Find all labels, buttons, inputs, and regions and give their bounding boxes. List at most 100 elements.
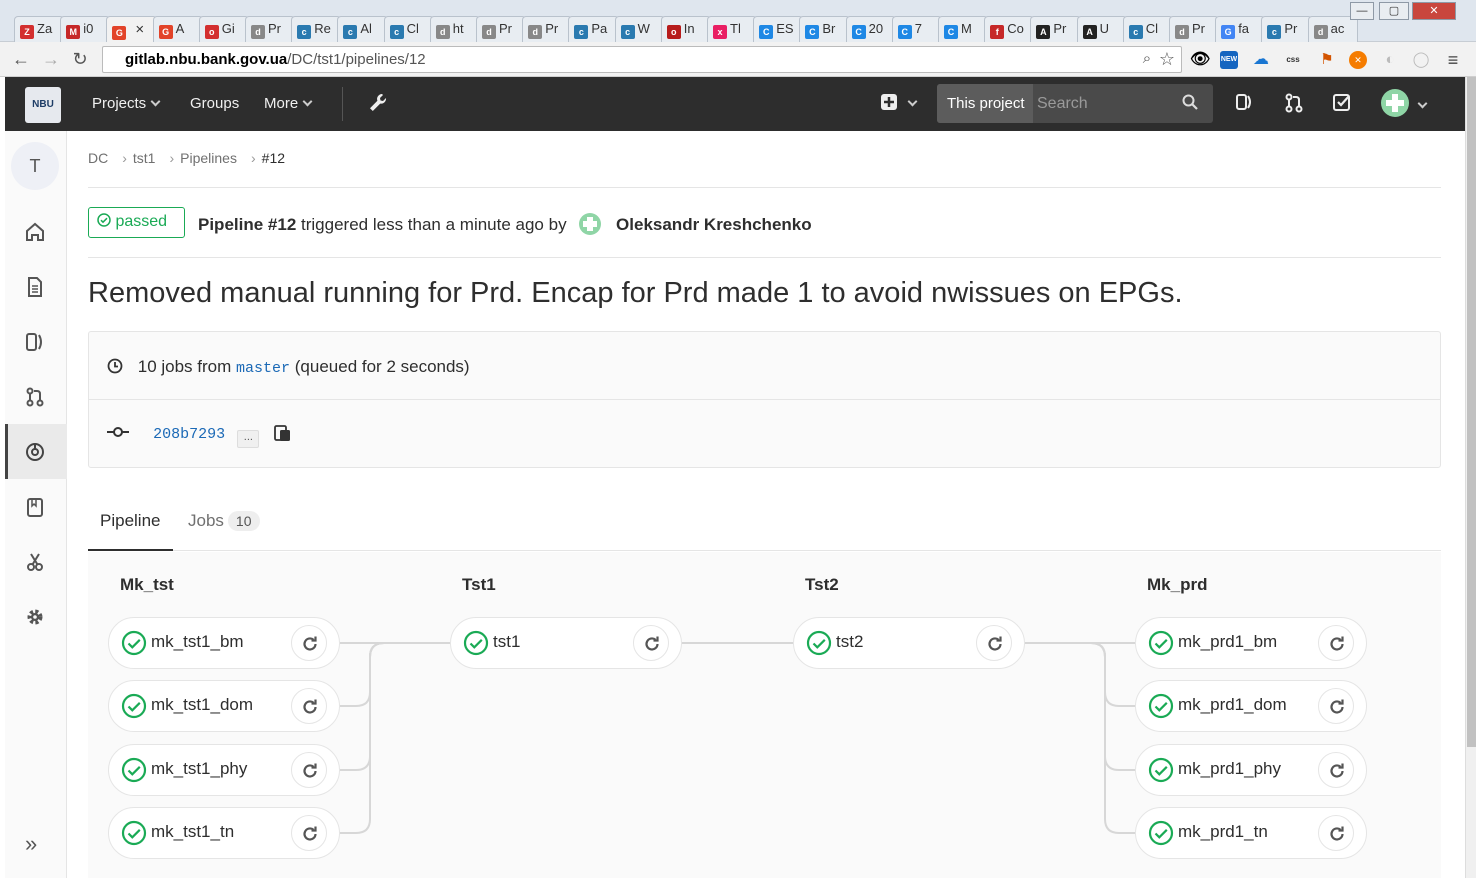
sidebar-item-repository[interactable]	[5, 259, 67, 314]
copy-clipboard-icon[interactable]	[273, 424, 292, 442]
browser-tab[interactable]: C Br	[799, 16, 850, 42]
browser-tab[interactable]: Z Za	[14, 16, 65, 42]
project-avatar[interactable]: T	[11, 142, 59, 190]
browser-tab[interactable]: GA	[152, 16, 203, 42]
pipeline-job[interactable]: mk_prd1_tn	[1135, 807, 1367, 859]
browser-tab[interactable]: A Pr	[1030, 16, 1081, 42]
browser-tab[interactable]: CM	[938, 16, 989, 42]
browser-tab[interactable]: c Cl	[383, 16, 434, 42]
browser-tab[interactable]: c Re	[291, 16, 342, 42]
browser-tab[interactable]: C ES	[753, 16, 804, 42]
tab-pipeline[interactable]: Pipeline	[88, 511, 173, 551]
pipeline-job[interactable]: mk_tst1_dom	[108, 680, 340, 732]
browser-tab[interactable]: x Tl	[707, 16, 758, 42]
site-logo[interactable]: NBU	[25, 87, 61, 123]
page-scrollbar[interactable]	[1465, 77, 1476, 878]
extension-cloud-icon[interactable]: ☁	[1252, 51, 1270, 69]
retry-job-button[interactable]	[633, 625, 669, 661]
sidebar-item-project[interactable]	[5, 204, 67, 259]
browser-tab[interactable]: c Cl	[1122, 16, 1173, 42]
tab-jobs[interactable]: Jobs 10	[188, 511, 260, 551]
branch-link[interactable]: master	[236, 360, 290, 377]
reload-icon[interactable]: ↻	[69, 48, 91, 70]
pipeline-job[interactable]: mk_prd1_bm	[1135, 617, 1367, 669]
browser-menu-icon[interactable]: ≡	[1444, 51, 1462, 69]
browser-tab[interactable]: c Pa	[568, 16, 619, 42]
extension-orange-icon[interactable]: ✕	[1349, 51, 1367, 69]
nav-more[interactable]: More	[264, 95, 313, 112]
merge-requests-icon[interactable]	[1285, 93, 1303, 118]
browser-tab[interactable]: G ×	[106, 16, 157, 43]
zoom-icon[interactable]: ⌕	[1136, 48, 1158, 70]
scrollbar-thumb[interactable]	[1467, 77, 1476, 747]
extension-eye-icon[interactable]: 👁	[1190, 51, 1210, 69]
close-window-button[interactable]: ✕	[1412, 2, 1456, 20]
retry-job-button[interactable]	[1318, 625, 1354, 661]
minimize-window-button[interactable]: —	[1350, 2, 1374, 20]
address-bar[interactable]: gitlab.nbu.bank.gov.ua/DC/tst1/pipelines…	[102, 46, 1182, 73]
browser-tab[interactable]: d ht	[429, 16, 480, 42]
browser-tab[interactable]: o In	[660, 16, 711, 42]
search-icon[interactable]	[1182, 94, 1198, 115]
close-tab-icon[interactable]: ×	[135, 21, 144, 38]
browser-tab[interactable]: c Pr	[1261, 16, 1312, 42]
nav-projects[interactable]: Projects	[92, 95, 161, 112]
nav-groups[interactable]: Groups	[190, 95, 239, 112]
browser-tab[interactable]: Mi0	[60, 16, 111, 42]
breadcrumb-group[interactable]: DC	[88, 150, 108, 166]
extension-circle-icon[interactable]: ◯	[1412, 51, 1430, 69]
retry-job-button[interactable]	[291, 688, 327, 724]
browser-tab[interactable]: AU	[1076, 16, 1127, 42]
retry-job-button[interactable]	[1318, 815, 1354, 851]
user-avatar[interactable]	[579, 213, 602, 235]
breadcrumb-project[interactable]: tst1	[133, 150, 156, 166]
browser-tab[interactable]: c Al	[337, 16, 388, 42]
browser-tab[interactable]: C 20	[845, 16, 896, 42]
pipeline-job[interactable]: mk_tst1_bm	[108, 617, 340, 669]
maximize-window-button[interactable]: ▢	[1379, 2, 1409, 20]
search-input[interactable]	[1037, 84, 1177, 123]
sidebar-item-settings[interactable]	[5, 589, 67, 644]
forward-icon[interactable]: →	[40, 48, 62, 70]
browser-tab[interactable]: o Gi	[198, 16, 249, 42]
collapse-sidebar-icon[interactable]: »	[25, 831, 37, 857]
back-icon[interactable]: ←	[10, 48, 32, 70]
breadcrumb-pipelines[interactable]: Pipelines	[180, 150, 237, 166]
extension-css-icon[interactable]: css	[1284, 51, 1302, 69]
sidebar-item-ci-cd[interactable]	[5, 424, 67, 479]
retry-job-button[interactable]	[1318, 752, 1354, 788]
status-badge[interactable]: passed	[88, 207, 185, 238]
pipeline-job[interactable]: mk_tst1_tn	[108, 807, 340, 859]
browser-tab[interactable]: C7	[891, 16, 942, 42]
sidebar-item-snippets[interactable]	[5, 534, 67, 589]
pipeline-job[interactable]: tst2	[793, 617, 1025, 669]
retry-job-button[interactable]	[291, 625, 327, 661]
todos-icon[interactable]	[1333, 93, 1351, 116]
search-scope-this-project[interactable]: This project	[937, 84, 1033, 123]
pipeline-user[interactable]: Oleksandr Kreshchenko	[616, 215, 812, 234]
pipeline-job[interactable]: tst1	[450, 617, 682, 669]
retry-job-button[interactable]	[291, 815, 327, 851]
browser-tab[interactable]: d Pr	[245, 16, 296, 42]
extension-flag-icon[interactable]: ⚑	[1318, 51, 1336, 69]
browser-tab[interactable]: cW	[614, 16, 665, 42]
breadcrumb-current[interactable]: #12	[262, 150, 285, 166]
browser-tab[interactable]: d Pr	[522, 16, 573, 42]
commit-sha-link[interactable]: 208b7293	[153, 426, 225, 443]
issues-icon[interactable]	[1235, 93, 1253, 116]
retry-job-button[interactable]	[1318, 688, 1354, 724]
browser-tab[interactable]: Gfa	[1215, 16, 1266, 42]
sidebar-item-wiki[interactable]	[5, 479, 67, 534]
new-item-plus-icon[interactable]	[880, 93, 918, 116]
sidebar-item-issues[interactable]	[5, 314, 67, 369]
admin-wrench-icon[interactable]	[369, 93, 387, 118]
extension-gray-icon[interactable]: ◐	[1381, 51, 1399, 69]
browser-tab[interactable]: d Pr	[476, 16, 527, 42]
expand-commit-button[interactable]: ...	[237, 430, 260, 448]
pipeline-job[interactable]: mk_tst1_phy	[108, 744, 340, 796]
pipeline-job[interactable]: mk_prd1_phy	[1135, 744, 1367, 796]
sidebar-item-merge-requests[interactable]	[5, 369, 67, 424]
pipeline-job[interactable]: mk_prd1_dom	[1135, 680, 1367, 732]
extension-new-icon[interactable]: NEW	[1220, 51, 1238, 69]
browser-tab[interactable]: d Pr	[1169, 16, 1220, 42]
